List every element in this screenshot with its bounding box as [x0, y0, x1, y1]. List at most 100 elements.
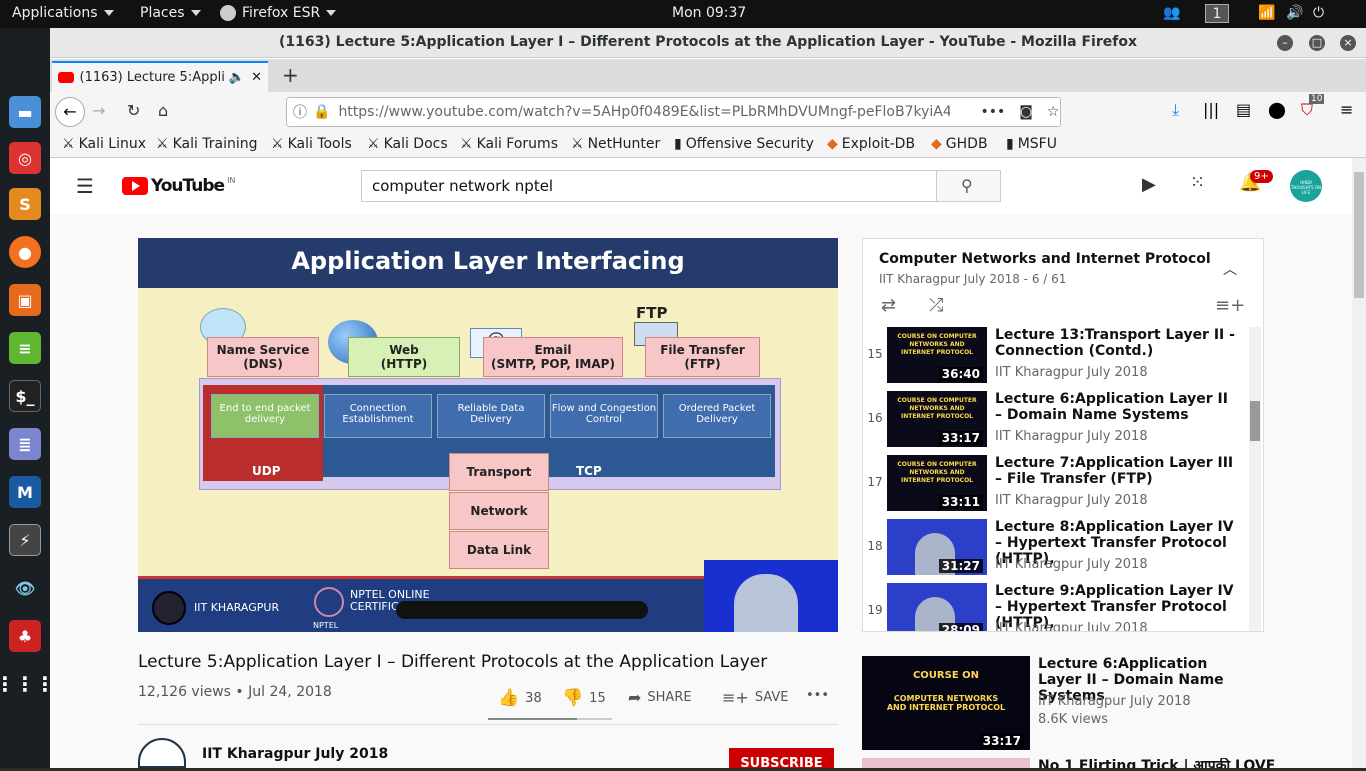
- back-button[interactable]: ←: [55, 97, 85, 127]
- browser-label: Firefox ESR: [242, 5, 321, 21]
- terminal-icon[interactable]: $_: [9, 380, 41, 412]
- speaker-icon[interactable]: 🔈: [229, 70, 245, 85]
- playlist-item[interactable]: 19 28:09 Lecture 9:Application Layer IV …: [863, 583, 1251, 631]
- dislike-count: 15: [589, 690, 606, 706]
- eye-icon[interactable]: 👁: [9, 572, 41, 604]
- share-button[interactable]: ➦ SHARE: [628, 688, 692, 707]
- bookmark-offensive-security[interactable]: ▮ Offensive Security: [674, 136, 814, 152]
- notes-icon[interactable]: ≡: [9, 332, 41, 364]
- collapse-chevron-icon[interactable]: ︿: [1223, 259, 1237, 279]
- app-grid-icon[interactable]: ⋮⋮⋮: [0, 668, 55, 700]
- bookmark-msfu[interactable]: ▮ MSFU: [1006, 136, 1057, 152]
- bookmark-star-icon[interactable]: ☆: [1047, 104, 1060, 120]
- playlist-panel: Computer Networks and Internet Protocol …: [862, 238, 1264, 632]
- sidebar-icon[interactable]: ▤: [1236, 100, 1251, 119]
- places-menu[interactable]: Places: [140, 5, 201, 21]
- close-tab-icon[interactable]: ✕: [251, 70, 262, 85]
- screenshot-icon[interactable]: ▣: [9, 284, 41, 316]
- apps-grid-icon[interactable]: ⁙: [1190, 172, 1205, 193]
- minimize-icon[interactable]: –: [1277, 35, 1293, 51]
- info-icon[interactable]: ⓘ: [293, 102, 307, 122]
- cherrytree-icon[interactable]: ♣: [9, 620, 41, 652]
- home-button[interactable]: ⌂: [158, 101, 168, 120]
- channel-name[interactable]: IIT Kharagpur July 2018: [202, 746, 388, 762]
- playlist-item[interactable]: 16 COURSE ON COMPUTER NETWORKS AND INTER…: [863, 391, 1251, 455]
- item-channel: IIT Kharagpur July 2018: [995, 493, 1148, 508]
- new-tab-button[interactable]: +: [282, 63, 299, 87]
- glasses-app-icon[interactable]: ◎: [9, 142, 41, 174]
- annotation-toolbar: [396, 601, 648, 619]
- playlist-item[interactable]: 18 31:27 Lecture 8:Application Layer IV …: [863, 519, 1251, 583]
- bookmark-kali-forums[interactable]: ⚔ Kali Forums: [460, 136, 558, 152]
- firefox-dock-icon[interactable]: ●: [9, 236, 41, 268]
- bookmark-ghdb[interactable]: ◆ GHDB: [931, 136, 988, 152]
- bookmark-kali-tools[interactable]: ⚔ Kali Tools: [271, 136, 352, 152]
- add-to-playlist-icon[interactable]: ≡+: [1215, 295, 1245, 316]
- close-window-icon[interactable]: ×: [1340, 35, 1356, 51]
- power-icon[interactable]: ⏻: [1313, 5, 1324, 21]
- metasploit-icon[interactable]: M: [9, 476, 41, 508]
- shuffle-icon[interactable]: ⤮: [929, 295, 943, 316]
- url-bar[interactable]: ⓘ 🔒 https://www.youtube.com/watch?v=5AHp…: [286, 97, 1061, 127]
- recommended-video[interactable]: COURSE ON COMPUTER NETWORKS AND INTERNET…: [862, 656, 1312, 752]
- burp-icon[interactable]: ⚡: [9, 524, 41, 556]
- bookmark-kali-training[interactable]: ⚔ Kali Training: [156, 136, 258, 152]
- create-video-icon[interactable]: ▶: [1142, 174, 1156, 195]
- tcp-feature-connection: Connection Establishment: [324, 394, 432, 438]
- subscribe-button[interactable]: SUBSCRIBE: [729, 748, 834, 771]
- save-button[interactable]: ≡+ SAVE: [722, 688, 788, 707]
- applications-menu[interactable]: Applications: [12, 5, 114, 21]
- bookmark-nethunter[interactable]: ⚔ NetHunter: [571, 136, 660, 152]
- protocol-name: Email: [534, 343, 572, 357]
- wifi-icon[interactable]: 📶: [1258, 5, 1275, 21]
- youtube-logo[interactable]: YouTube IN: [122, 176, 235, 196]
- layer-network: Network: [449, 492, 549, 530]
- extension-icon[interactable]: ⬤: [1268, 100, 1286, 119]
- page-scrollbar[interactable]: [1352, 158, 1366, 768]
- bookmark-kali-docs[interactable]: ⚔ Kali Docs: [367, 136, 448, 152]
- hamburger-menu-icon[interactable]: ☰: [76, 174, 94, 198]
- upload-date: Jul 24, 2018: [248, 684, 332, 700]
- bookmark-kali-linux[interactable]: ⚔ Kali Linux: [62, 136, 146, 152]
- playlist-title[interactable]: Computer Networks and Internet Protocol: [879, 251, 1211, 267]
- channel-avatar[interactable]: [138, 738, 186, 768]
- bookmarks-toolbar: ⚔ Kali Linux ⚔ Kali Training ⚔ Kali Tools ⚔…: [50, 132, 1366, 158]
- reload-button[interactable]: ↻: [127, 101, 140, 120]
- like-button[interactable]: 👍 38: [498, 688, 542, 708]
- menu-icon[interactable]: ≡: [1340, 100, 1353, 119]
- tcp-feature-ordered: Ordered Packet Delivery: [663, 394, 771, 438]
- files-icon[interactable]: ▬: [9, 96, 41, 128]
- library-icon[interactable]: |||: [1203, 100, 1219, 119]
- playlist-item[interactable]: 17 COURSE ON COMPUTER NETWORKS AND INTER…: [863, 455, 1251, 519]
- sublime-icon[interactable]: S: [9, 188, 41, 220]
- forward-button[interactable]: →: [92, 101, 105, 120]
- text-editor-icon[interactable]: ≣: [9, 428, 41, 460]
- page-actions-icon[interactable]: •••: [980, 104, 1005, 120]
- browser-app-menu[interactable]: Firefox ESR: [220, 5, 337, 21]
- recommended-video[interactable]: No 1 Flirting Trick | आपकी LOVE: [862, 758, 1312, 768]
- users-icon[interactable]: 👥: [1163, 5, 1180, 21]
- playlist-item[interactable]: 15 COURSE ON COMPUTER NETWORKS AND INTER…: [863, 327, 1251, 391]
- item-title: Lecture 6:Application Layer II – Domain …: [995, 391, 1228, 423]
- loop-icon[interactable]: ⇄: [881, 295, 896, 316]
- workspace-indicator[interactable]: 1: [1205, 4, 1229, 23]
- avatar[interactable]: HINDI THOUGHTS ON LIFE: [1290, 170, 1322, 202]
- region-code: IN: [227, 176, 236, 185]
- download-icon[interactable]: ⤓: [1172, 100, 1179, 120]
- volume-icon[interactable]: 🔊: [1286, 5, 1303, 21]
- pocket-icon[interactable]: ◙: [1019, 104, 1033, 120]
- bookmark-exploit-db[interactable]: ◆ Exploit-DB: [827, 136, 915, 152]
- bookmark-label: Kali Forums: [476, 136, 558, 152]
- maximize-icon[interactable]: □: [1309, 35, 1325, 51]
- clock[interactable]: Mon 09:37: [672, 5, 746, 21]
- search-input[interactable]: computer network nptel: [361, 170, 937, 202]
- tab-youtube[interactable]: (1163) Lecture 5:Applic 🔈 ✕: [52, 61, 268, 92]
- dislike-button[interactable]: 👎 15: [562, 688, 606, 708]
- protocol-sub: (SMTP, POP, IMAP): [491, 357, 615, 371]
- video-player[interactable]: Application Layer Interfacing @ FTP Name…: [138, 238, 838, 632]
- youtube-play-icon: [122, 177, 148, 195]
- playlist-scrollbar[interactable]: [1249, 327, 1261, 631]
- more-actions-icon[interactable]: •••: [806, 688, 829, 703]
- protocol-dns: Name Service (DNS): [207, 337, 319, 377]
- search-button[interactable]: ⚲: [936, 170, 1001, 202]
